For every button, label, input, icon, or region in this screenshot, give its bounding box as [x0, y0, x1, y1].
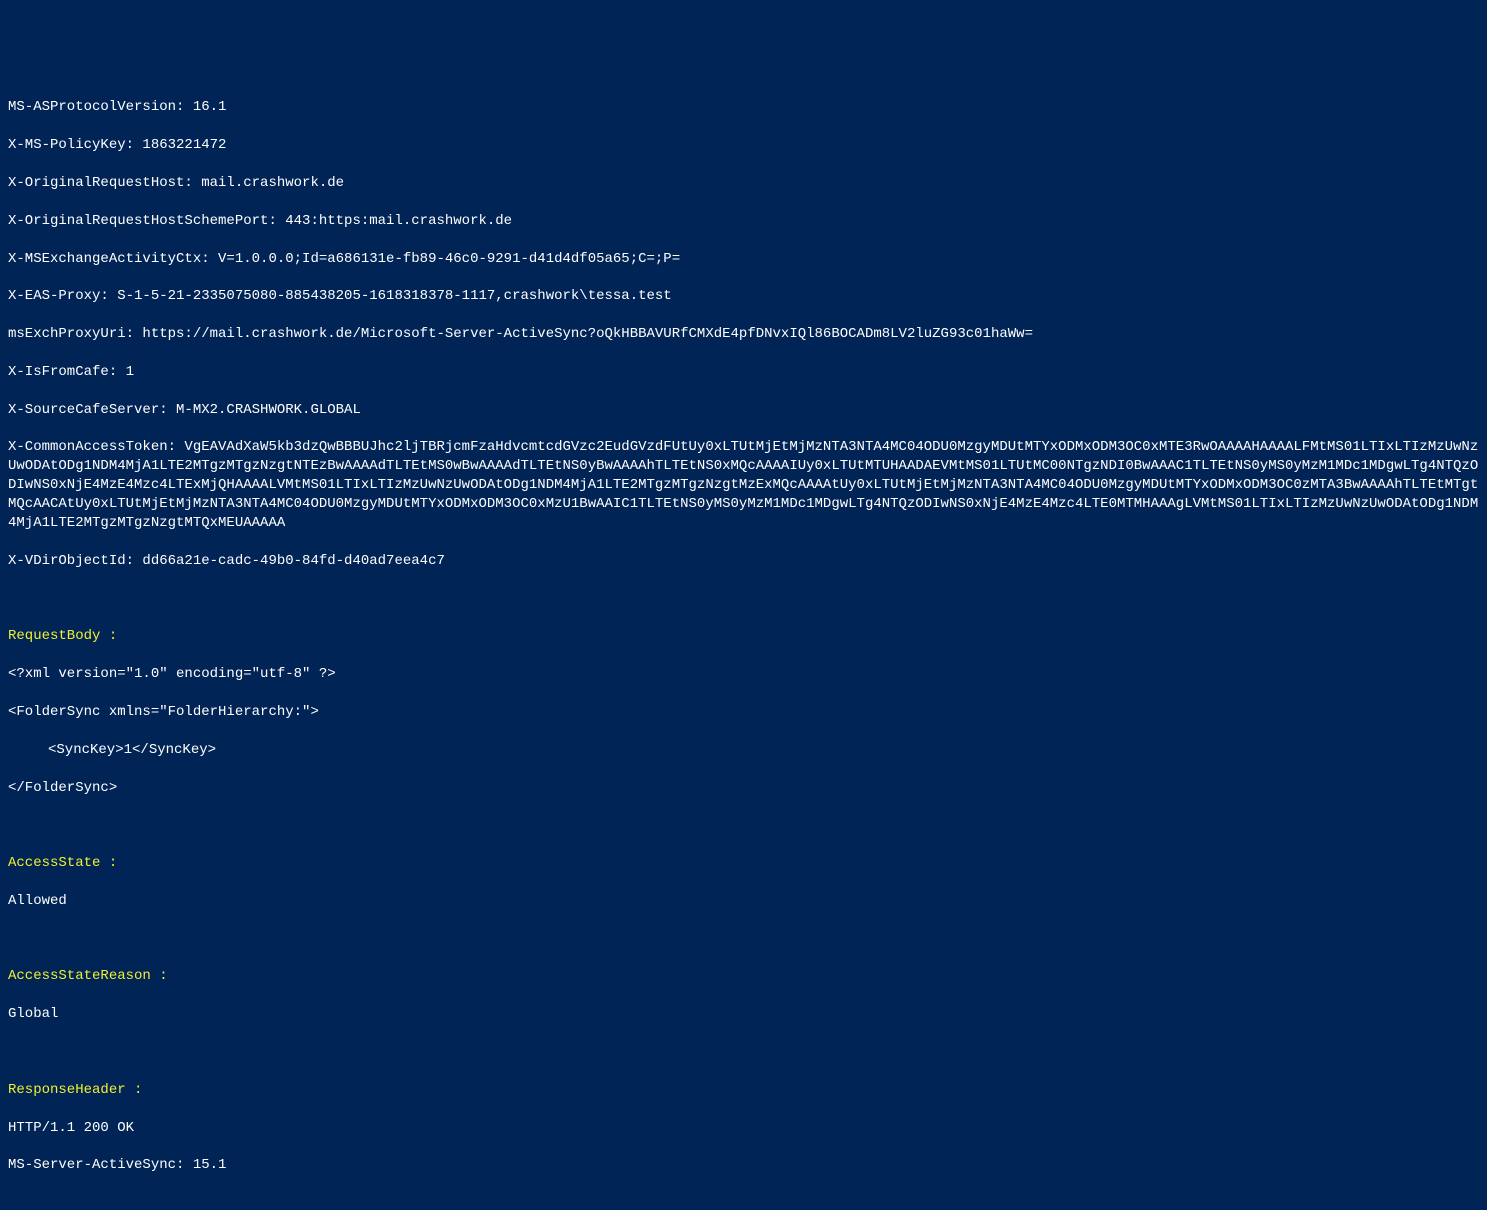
header-orig-request-host-scheme-port: X-OriginalRequestHostSchemePort: 443:htt… [8, 212, 1479, 231]
terminal-output: MS-ASProtocolVersion: 16.1 X-MS-PolicyKe… [8, 80, 1479, 1195]
header-policy-key: X-MS-PolicyKey: 1863221472 [8, 136, 1479, 155]
section-label-response-header: ResponseHeader : [8, 1081, 1479, 1100]
request-body-foldersync-open: <FolderSync xmlns="FolderHierarchy:"> [8, 703, 1479, 722]
header-msexch-proxy-uri: msExchProxyUri: https://mail.crashwork.d… [8, 325, 1479, 344]
access-state-value: Allowed [8, 892, 1479, 911]
header-is-from-cafe: X-IsFromCafe: 1 [8, 363, 1479, 382]
header-common-access-token: X-CommonAccessToken: VgEAVAdXaW5kb3dzQwB… [8, 438, 1479, 532]
access-state-reason-value: Global [8, 1005, 1479, 1024]
response-header-activesync: MS-Server-ActiveSync: 15.1 [8, 1156, 1479, 1175]
header-eas-proxy: X-EAS-Proxy: S-1-5-21-2335075080-8854382… [8, 287, 1479, 306]
request-body-foldersync-close: </FolderSync> [8, 779, 1479, 798]
request-body-synckey: <SyncKey>1</SyncKey> [8, 741, 1479, 760]
request-body-xml-decl: <?xml version="1.0" encoding="utf-8" ?> [8, 665, 1479, 684]
section-label-access-state: AccessState : [8, 854, 1479, 873]
section-label-request-body: RequestBody : [8, 627, 1479, 646]
response-header-status: HTTP/1.1 200 OK [8, 1119, 1479, 1138]
header-source-cafe-server: X-SourceCafeServer: M-MX2.CRASHWORK.GLOB… [8, 401, 1479, 420]
header-msexch-activity-ctx: X-MSExchangeActivityCtx: V=1.0.0.0;Id=a6… [8, 250, 1479, 269]
header-as-protocol-version: MS-ASProtocolVersion: 16.1 [8, 98, 1479, 117]
header-orig-request-host: X-OriginalRequestHost: mail.crashwork.de [8, 174, 1479, 193]
header-vdir-object-id: X-VDirObjectId: dd66a21e-cadc-49b0-84fd-… [8, 552, 1479, 571]
section-label-access-state-reason: AccessStateReason : [8, 967, 1479, 986]
